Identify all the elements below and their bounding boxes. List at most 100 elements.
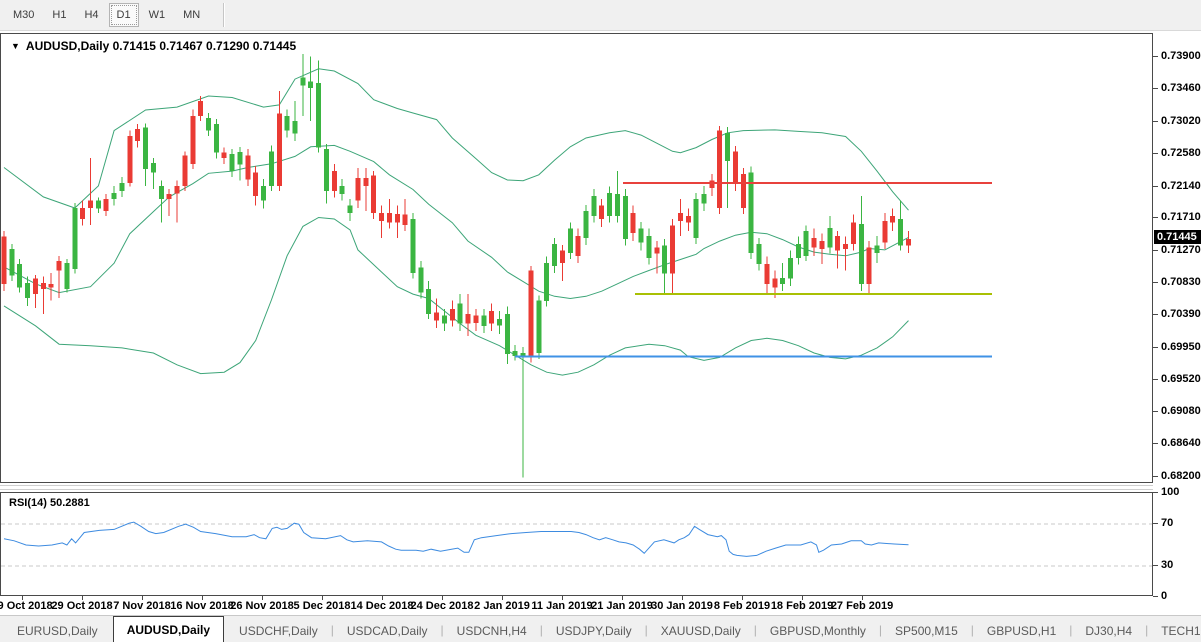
candle [379,206,384,238]
candle [804,226,809,261]
candle [135,124,140,148]
date-tick-label: 11 Jan 2019 [531,600,592,612]
pane-splitter[interactable] [0,485,1153,490]
price-tick-label: 0.71710 [1161,211,1201,223]
rsi-pane[interactable]: RSI(14) 50.2881 [0,492,1153,596]
candle [481,309,486,333]
candle [175,181,180,223]
candle [112,186,117,206]
candle [72,203,77,274]
price-tick [1153,153,1158,154]
price-tick [1153,347,1158,348]
candle [127,131,132,187]
candle [33,275,38,308]
chart-tab-audusd-daily[interactable]: AUDUSD,Daily [113,616,224,642]
candle [293,101,298,141]
date-tick-label: 30 Jan 2019 [651,600,713,612]
timeframe-button-h1[interactable]: H1 [44,3,74,27]
candle [411,213,416,279]
candle [882,213,887,249]
candle [662,239,667,294]
date-tick-label: 16 Nov 2018 [170,600,234,612]
candle [796,237,801,265]
candle [568,223,573,259]
chart-tab-xauusd-daily[interactable]: XAUUSD,Daily [648,620,754,642]
mt4-chart-window: M30H1H4D1W1MN ▼ AUDUSD,Daily 0.71415 0.7… [0,0,1201,642]
candle [686,209,691,231]
candle [733,146,738,191]
candle [827,216,832,254]
timeframe-button-mn[interactable]: MN [175,3,208,27]
candle [277,91,282,191]
timeframe-button-w1[interactable]: W1 [141,3,174,27]
rsi-tick-label: 70 [1161,517,1173,529]
chart-tab-gbpusd-monthly[interactable]: GBPUSD,Monthly [757,620,879,642]
candle [505,307,510,365]
candle [182,151,187,191]
candle [717,126,722,214]
price-tick [1153,186,1158,187]
date-tick-label: 14 Dec 2018 [351,600,414,612]
price-tick-label: 0.73900 [1161,50,1201,62]
timeframe-button-h4[interactable]: H4 [76,3,106,27]
candle [694,193,699,244]
candle [631,206,636,241]
timeframe-button-d1[interactable]: D1 [109,3,139,27]
chart-tab-eurusd-daily[interactable]: EURUSD,Daily [4,620,111,642]
price-tick [1153,56,1158,57]
candle [513,345,518,361]
chart-tab-usdjpy-daily[interactable]: USDJPY,Daily [543,620,645,642]
candle [757,238,762,270]
candle [395,206,400,238]
candle [725,127,730,208]
candle [820,234,825,264]
price-tick-label: 0.68640 [1161,437,1201,449]
timeframe-toolbar: M30H1H4D1W1MN [0,0,1201,31]
candle [670,219,675,294]
candle [678,199,683,236]
chart-tab-gbpusd-h1[interactable]: GBPUSD,H1 [974,620,1069,642]
candle [316,61,321,153]
candle [906,231,911,253]
chart-tab-dj30-h4[interactable]: DJ30,H4 [1072,620,1145,642]
candle [702,186,707,211]
price-tick [1153,217,1158,218]
date-axis[interactable]: 19 Oct 201829 Oct 20187 Nov 201816 Nov 2… [0,596,1153,614]
price-tick [1153,379,1158,380]
candle [529,266,534,363]
symbol-dropdown-icon[interactable]: ▼ [11,41,20,51]
chart-tab-usdcad-daily[interactable]: USDCAD,Daily [334,620,441,642]
chart-tab-bar: EURUSD,DailyAUDUSD,DailyUSDCHF,Daily|USD… [0,615,1201,642]
candle [332,164,337,198]
candle [599,199,604,227]
price-tick [1153,314,1158,315]
price-tick-label: 0.71270 [1161,244,1201,256]
chart-title: ▼ AUDUSD,Daily 0.71415 0.71467 0.71290 0… [11,39,296,53]
chart-tab-usdchf-daily[interactable]: USDCHF,Daily [226,620,331,642]
price-tick [1153,476,1158,477]
candle [308,56,313,121]
candle [49,273,54,301]
chart-tab-usdcnh-h4[interactable]: USDCNH,H4 [444,620,540,642]
candle [214,119,219,159]
price-tick-label: 0.68200 [1161,470,1201,482]
chart-tab-tech100-h1[interactable]: TECH100,H1 [1148,620,1201,642]
date-tick-label: 27 Feb 2019 [831,600,893,612]
candle [418,261,423,299]
candle [324,144,329,204]
candle [560,245,565,281]
candle [206,113,211,136]
timeframe-button-m30[interactable]: M30 [5,3,42,27]
chart-tab-sp500-m15[interactable]: SP500,M15 [882,620,971,642]
rsi-plot [1,493,1152,595]
bollinger-lower-band [4,218,909,376]
candle [875,236,880,263]
price-chart-pane[interactable]: ▼ AUDUSD,Daily 0.71415 0.71467 0.71290 0… [0,33,1153,483]
candle [253,166,258,206]
candle [120,177,125,197]
candle [238,147,243,181]
candle [466,294,471,336]
price-axis[interactable]: 0.739000.734600.730200.725800.721400.717… [1153,33,1201,614]
price-tick-label: 0.69080 [1161,405,1201,417]
candle [544,257,549,307]
